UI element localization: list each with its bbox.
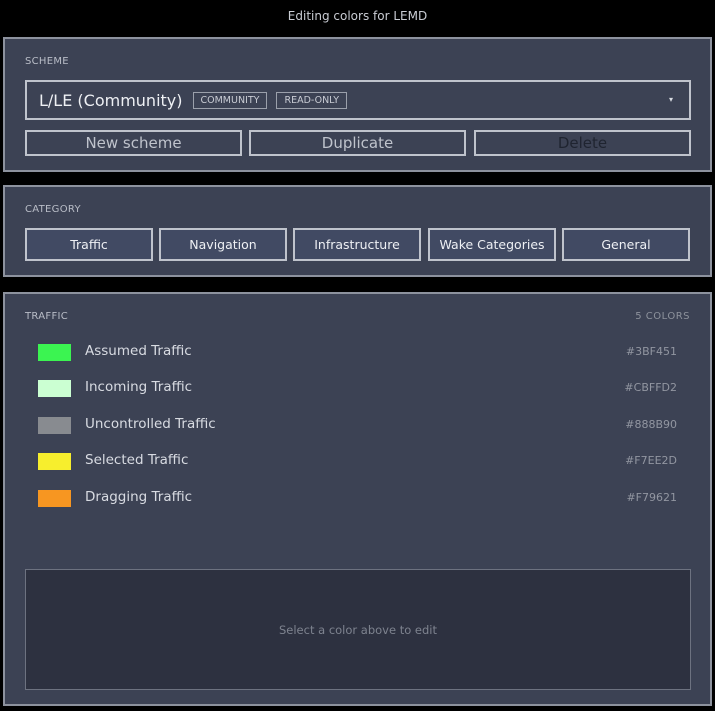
scheme-dropdown[interactable]: L/LE (Community) COMMUNITY READ-ONLY ▾ <box>25 80 691 120</box>
category-panel: CATEGORY Traffic Navigation Infrastructu… <box>3 185 712 277</box>
window-title: Editing colors for LEMD <box>287 9 428 23</box>
color-name: Assumed Traffic <box>85 343 192 359</box>
color-swatch <box>38 380 71 397</box>
delete-button[interactable]: Delete <box>474 130 691 156</box>
new-scheme-button[interactable]: New scheme <box>25 130 242 156</box>
color-swatch <box>38 417 71 434</box>
color-swatch <box>38 490 71 507</box>
color-row-uncontrolled-traffic[interactable]: Uncontrolled Traffic #888B90 <box>37 413 687 437</box>
traffic-panel: TRAFFIC 5 COLORS Assumed Traffic #3BF451… <box>3 292 712 706</box>
color-swatch <box>38 453 71 470</box>
color-count: 5 COLORS <box>635 311 690 322</box>
color-hex: #888B90 <box>625 418 677 431</box>
tab-general[interactable]: General <box>562 228 690 261</box>
color-row-dragging-traffic[interactable]: Dragging Traffic #F79621 <box>37 486 687 510</box>
tab-traffic[interactable]: Traffic <box>25 228 153 261</box>
color-editor-area: Select a color above to edit <box>25 569 691 690</box>
tab-infrastructure[interactable]: Infrastructure <box>293 228 421 261</box>
color-hex: #3BF451 <box>625 345 677 358</box>
duplicate-button[interactable]: Duplicate <box>249 130 466 156</box>
scheme-name: L/LE (Community) <box>39 90 183 110</box>
category-section-label: CATEGORY <box>25 204 81 215</box>
read-only-badge: READ-ONLY <box>276 91 348 109</box>
color-hex: #CBFFD2 <box>624 381 677 394</box>
color-name: Selected Traffic <box>85 452 189 468</box>
chevron-down-icon: ▾ <box>668 95 673 104</box>
color-hex: #F7EE2D <box>625 454 677 467</box>
color-swatch <box>38 344 71 361</box>
color-name: Incoming Traffic <box>85 379 193 395</box>
color-name: Dragging Traffic <box>85 489 193 505</box>
scheme-section-label: SCHEME <box>25 56 69 67</box>
traffic-section-label: TRAFFIC <box>25 311 69 322</box>
color-row-assumed-traffic[interactable]: Assumed Traffic #3BF451 <box>37 340 687 364</box>
color-name: Uncontrolled Traffic <box>85 416 216 432</box>
scheme-panel: SCHEME L/LE (Community) COMMUNITY READ-O… <box>3 37 712 172</box>
editor-hint: Select a color above to edit <box>278 622 437 637</box>
color-row-selected-traffic[interactable]: Selected Traffic #F7EE2D <box>37 449 687 473</box>
color-hex: #F79621 <box>626 491 677 504</box>
tab-wake-categories[interactable]: Wake Categories <box>428 228 556 261</box>
community-badge: COMMUNITY <box>192 91 268 109</box>
color-row-incoming-traffic[interactable]: Incoming Traffic #CBFFD2 <box>37 376 687 400</box>
tab-navigation[interactable]: Navigation <box>159 228 287 261</box>
